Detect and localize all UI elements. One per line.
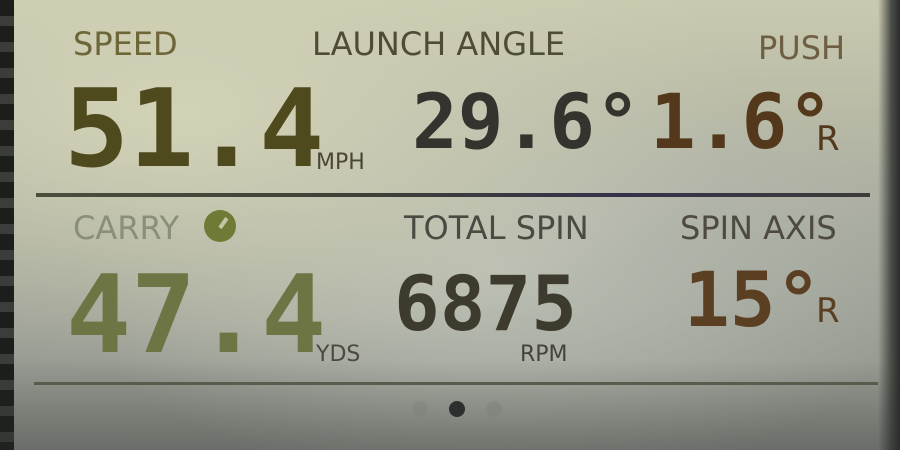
spin-axis-value: 15° [684, 255, 822, 344]
launch-angle-label: LAUNCH ANGLE [312, 25, 566, 63]
spin-axis-label: SPIN AXIS [680, 209, 837, 247]
speed-label: SPEED [73, 25, 178, 63]
total-spin-value: 6875 [394, 259, 578, 348]
push-value: 1.6° [650, 77, 834, 166]
carry-value: 47.4 [66, 253, 327, 378]
speed-unit: MPH [316, 150, 365, 175]
speed-value: 51.4 [64, 67, 325, 192]
carry-label: CARRY [73, 209, 180, 247]
total-spin-label: TOTAL SPIN [404, 209, 589, 247]
push-direction: R [816, 119, 840, 159]
spin-axis-direction: R [816, 291, 840, 331]
shot-metrics-screen: SPEED 51.4 MPH LAUNCH ANGLE 29.6° PUSH 1… [0, 0, 900, 450]
launch-angle-value: 29.6° [412, 77, 641, 166]
section-divider-top [36, 193, 870, 197]
push-label: PUSH [758, 29, 846, 67]
carry-indicator-icon [204, 210, 236, 242]
screen-glare-overlay [0, 360, 900, 450]
